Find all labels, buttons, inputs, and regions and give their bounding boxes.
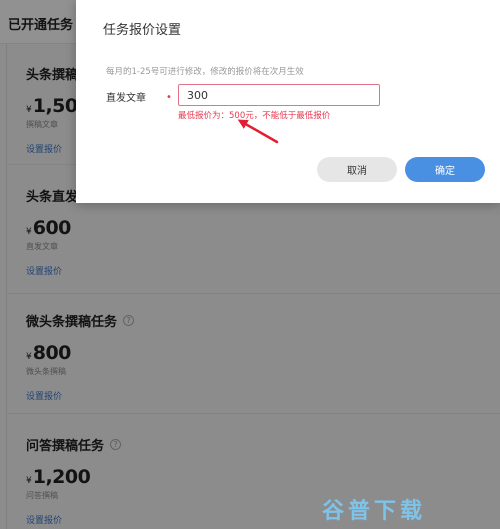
watermark-logo: 谷普下载	[322, 499, 427, 524]
price-setting-modal: 任务报价设置 每月的1-25号可进行修改，修改的报价将在次月生效 直发文章 • …	[76, 0, 500, 203]
cancel-button[interactable]: 取消	[317, 157, 397, 182]
confirm-button[interactable]: 确定	[405, 157, 485, 182]
